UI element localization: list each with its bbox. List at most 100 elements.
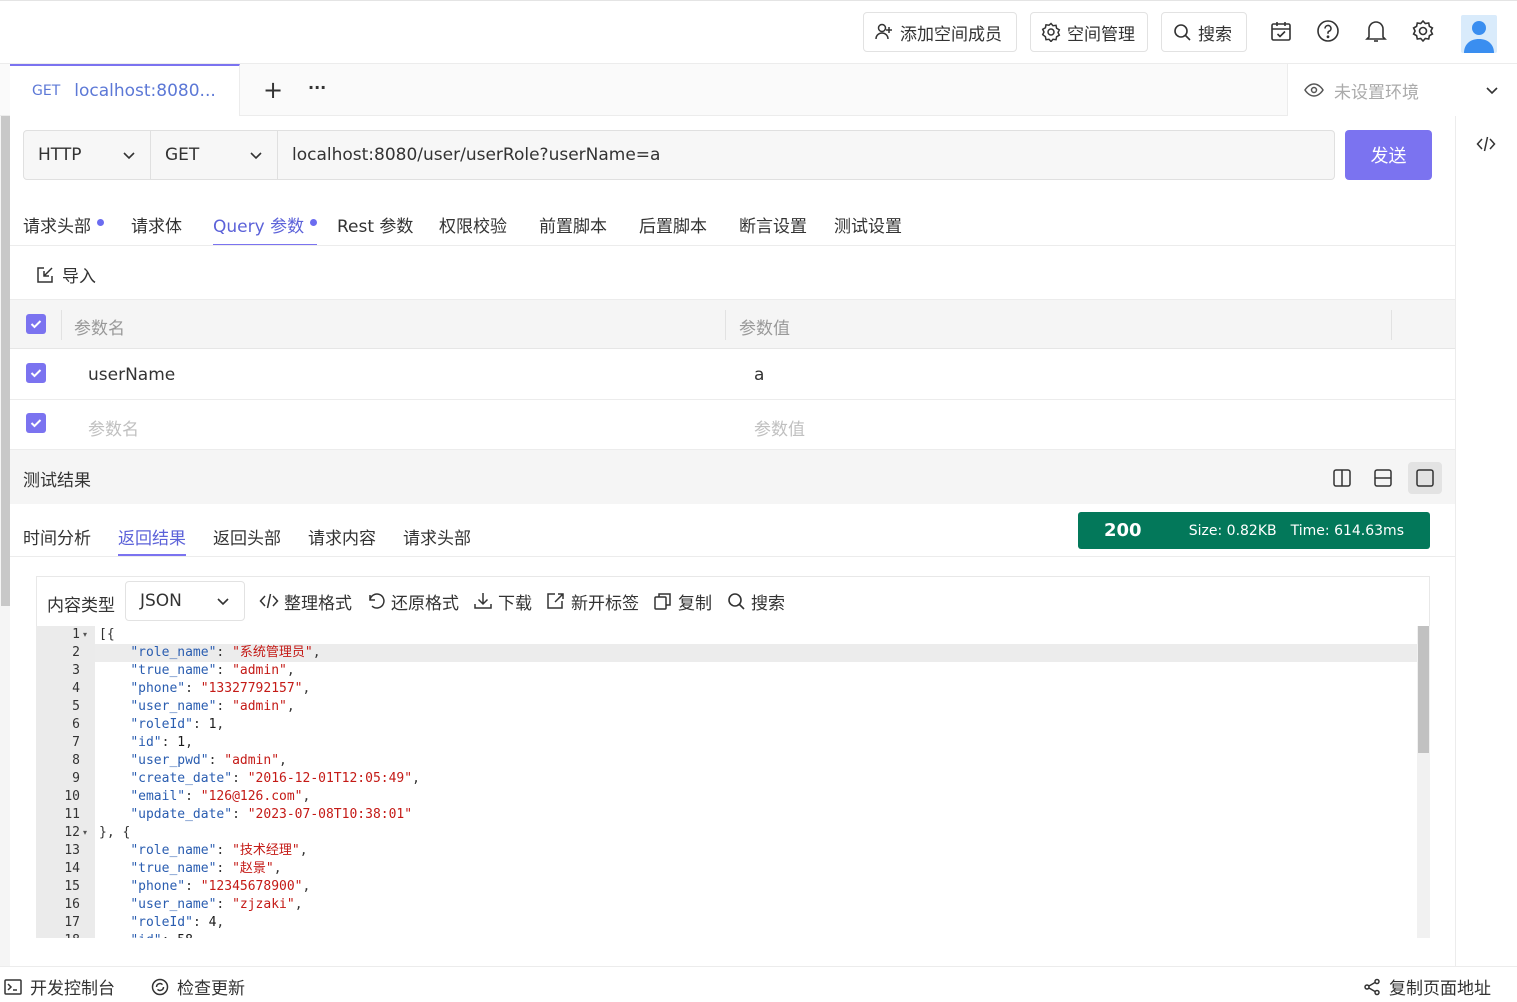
result-title: 测试结果 (23, 471, 91, 491)
tab-result-request-headers[interactable]: 请求头部 (403, 524, 471, 556)
single-pane-icon[interactable] (1408, 462, 1442, 494)
line-number: 9 (72, 771, 80, 786)
tab-query-params-label: Query 参数 (213, 217, 305, 237)
json-punct (99, 897, 130, 912)
json-punct (99, 771, 130, 786)
url-input[interactable]: localhost:8080/user/userRole?userName=a (292, 131, 660, 179)
send-button[interactable]: 发送 (1345, 130, 1432, 180)
line-number: 8 (72, 753, 80, 768)
tab-assertions[interactable]: 断言设置 (739, 212, 807, 246)
line-number: 15 (64, 879, 80, 894)
header-search-button[interactable]: 搜索 (1161, 12, 1247, 52)
add-member-button[interactable]: 添加空间成员 (863, 12, 1017, 52)
row-checkbox[interactable] (26, 413, 46, 433)
tab-rest-params[interactable]: Rest 参数 (337, 212, 413, 246)
json-string: "admin" (232, 663, 287, 678)
fold-toggle-icon[interactable]: ▾ (83, 824, 91, 842)
json-punct (99, 753, 130, 768)
settings-icon[interactable] (1408, 16, 1438, 46)
copy-button[interactable]: 复制 (653, 589, 712, 614)
param-name-input[interactable]: userName (88, 365, 175, 385)
more-tabs-button[interactable]: ··· (308, 78, 326, 97)
param-value-input[interactable]: a (754, 365, 764, 385)
restore-format-label: 还原格式 (391, 593, 459, 614)
left-scrollbar-thumb[interactable] (1, 116, 10, 606)
status-badge: 200 Size: 0.82KB Time: 614.63ms (1078, 512, 1430, 549)
protocol-select[interactable]: HTTP (24, 131, 151, 179)
tab-response-body[interactable]: 返回结果 (118, 524, 186, 556)
param-value-input[interactable]: 参数值 (754, 415, 805, 440)
help-icon[interactable] (1313, 16, 1343, 46)
line-number: 11 (64, 807, 80, 822)
copy-label: 复制 (678, 593, 712, 614)
tab-query-params[interactable]: Query 参数 (213, 212, 318, 246)
json-key: "user_name" (130, 699, 217, 714)
tab-pre-script[interactable]: 前置脚本 (539, 212, 607, 246)
restore-format-button[interactable]: 还原格式 (366, 589, 459, 614)
fold-toggle-icon[interactable]: ▾ (83, 626, 91, 644)
tab-request-body-label: 请求体 (131, 217, 182, 237)
environment-selector[interactable]: 未设置环境 (1287, 64, 1517, 116)
json-string: "赵景" (232, 861, 274, 876)
code-line: "email": "126@126.com", (95, 788, 1417, 806)
json-string: "技术经理" (232, 843, 300, 858)
check-update-button[interactable]: 检查更新 (151, 974, 245, 999)
content-type-label: 内容类型 (47, 595, 115, 616)
space-manage-button[interactable]: 空间管理 (1030, 12, 1148, 52)
code-scrollbar-thumb[interactable] (1418, 626, 1429, 753)
tab-request-content[interactable]: 请求内容 (308, 524, 376, 556)
eye-icon (1304, 80, 1324, 100)
copy-url-label: 复制页面地址 (1389, 979, 1491, 999)
json-punct: : (185, 789, 201, 804)
tab-post-script[interactable]: 后置脚本 (639, 212, 707, 246)
download-button[interactable]: 下载 (473, 589, 532, 614)
json-key: "roleId" (130, 717, 193, 732)
devtools-button[interactable]: 开发控制台 (4, 974, 115, 999)
json-punct (99, 645, 130, 660)
line-number: 5 (72, 699, 80, 714)
code-editor[interactable]: [{ "role_name": "系统管理员", "true_name": "a… (95, 626, 1417, 938)
copy-url-button[interactable]: 复制页面地址 (1363, 974, 1491, 999)
add-tab-button[interactable]: + (263, 76, 283, 104)
status-code: 200 (1104, 520, 1142, 541)
json-punct: : (216, 699, 233, 714)
tab-request-body[interactable]: 请求体 (131, 212, 182, 246)
tab-auth[interactable]: 权限校验 (439, 212, 507, 246)
header-search-label: 搜索 (1198, 24, 1232, 45)
json-punct: , (302, 681, 311, 696)
code-icon[interactable] (1476, 134, 1496, 154)
bell-icon[interactable] (1361, 16, 1391, 46)
import-icon (36, 266, 54, 284)
split-vertical-icon[interactable] (1325, 462, 1359, 494)
format-button[interactable]: 整理格式 (259, 589, 352, 614)
request-tab[interactable]: GET localhost:8080... (10, 64, 240, 116)
refresh-icon (151, 978, 169, 996)
content-type-select[interactable]: JSON (125, 581, 245, 621)
new-tab-button[interactable]: 新开标签 (546, 589, 639, 614)
chevron-down-icon (122, 148, 136, 162)
column-separator (61, 310, 62, 340)
json-punct: : (216, 663, 233, 678)
tab-test-settings-label: 测试设置 (834, 217, 902, 237)
import-button[interactable]: 导入 (36, 262, 96, 287)
tab-time-analysis[interactable]: 时间分析 (23, 524, 91, 556)
avatar[interactable] (1461, 15, 1497, 53)
split-horizontal-icon[interactable] (1366, 462, 1400, 494)
row-checkbox[interactable] (26, 363, 46, 383)
tab-rest-params-label: Rest 参数 (337, 217, 414, 237)
json-key: "role_name" (130, 843, 217, 858)
json-string: "系统管理员" (232, 645, 313, 660)
tab-test-settings[interactable]: 测试设置 (834, 212, 902, 246)
select-all-checkbox[interactable] (26, 314, 46, 334)
json-string: "13327792157" (200, 681, 303, 696)
param-name-input[interactable]: 参数名 (88, 415, 139, 440)
method-select[interactable]: GET (151, 131, 278, 179)
new-tab-label: 新开标签 (571, 593, 639, 614)
response-time: Time: 614.63ms (1290, 522, 1404, 539)
response-search-button[interactable]: 搜索 (726, 589, 785, 614)
tab-request-headers[interactable]: 请求头部 (23, 212, 104, 246)
calendar-icon[interactable] (1266, 16, 1296, 46)
json-key: "create_date" (130, 771, 233, 786)
json-string: "12345678900" (200, 879, 303, 894)
tab-response-headers[interactable]: 返回头部 (213, 524, 281, 556)
